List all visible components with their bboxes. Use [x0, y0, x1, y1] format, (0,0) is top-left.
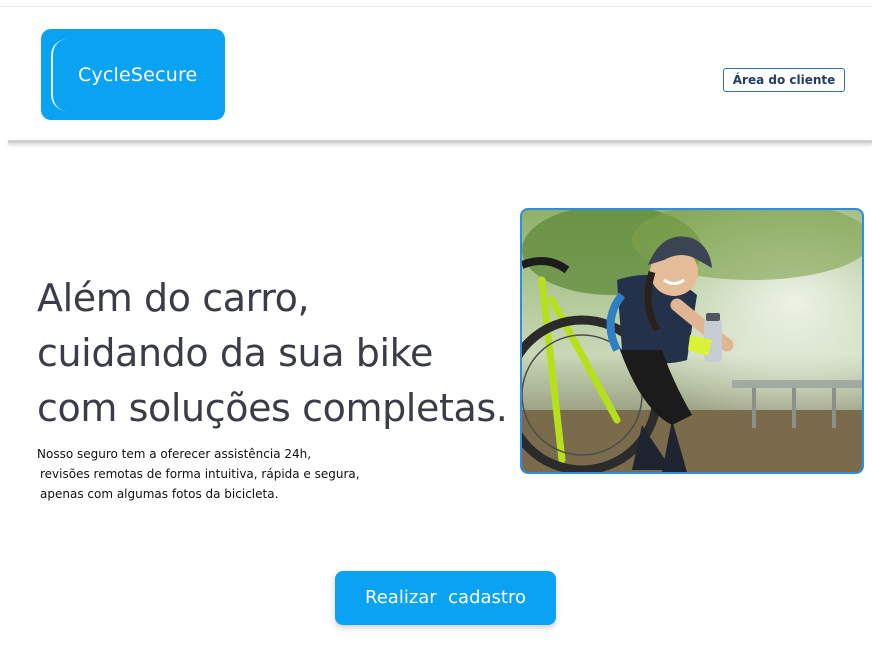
header: CycleSecure Área do cliente — [0, 0, 872, 142]
hero-description-line: Nosso seguro tem a oferecer assistência … — [37, 447, 312, 461]
logo-text: CycleSecure — [78, 64, 198, 86]
register-button[interactable]: Realizar cadastro — [335, 571, 556, 625]
hero-title: Além do carro, cuidando da sua bike com … — [37, 271, 517, 436]
logo[interactable]: CycleSecure — [41, 29, 225, 120]
header-divider — [8, 140, 872, 143]
client-area-button[interactable]: Área do cliente — [723, 68, 845, 92]
hero-description-line: apenas com algumas fotos da bicicleta. — [40, 487, 279, 501]
cyclist-photo — [520, 208, 864, 474]
logo-bracket-icon — [51, 39, 67, 111]
hero-description-line: revisões remotas de forma intuitiva, ráp… — [40, 467, 360, 481]
hero-title-line: Além do carro, — [37, 276, 310, 320]
hero-description: Nosso seguro tem a oferecer assistência … — [37, 444, 457, 504]
top-border — [0, 6, 872, 7]
landing-page: CycleSecure Área do cliente Além do carr… — [0, 0, 872, 671]
hero-title-line: com soluções completas. — [37, 386, 508, 430]
hero-title-line: cuidando da sua bike — [37, 331, 433, 375]
cyclist-illustration — [522, 210, 862, 472]
